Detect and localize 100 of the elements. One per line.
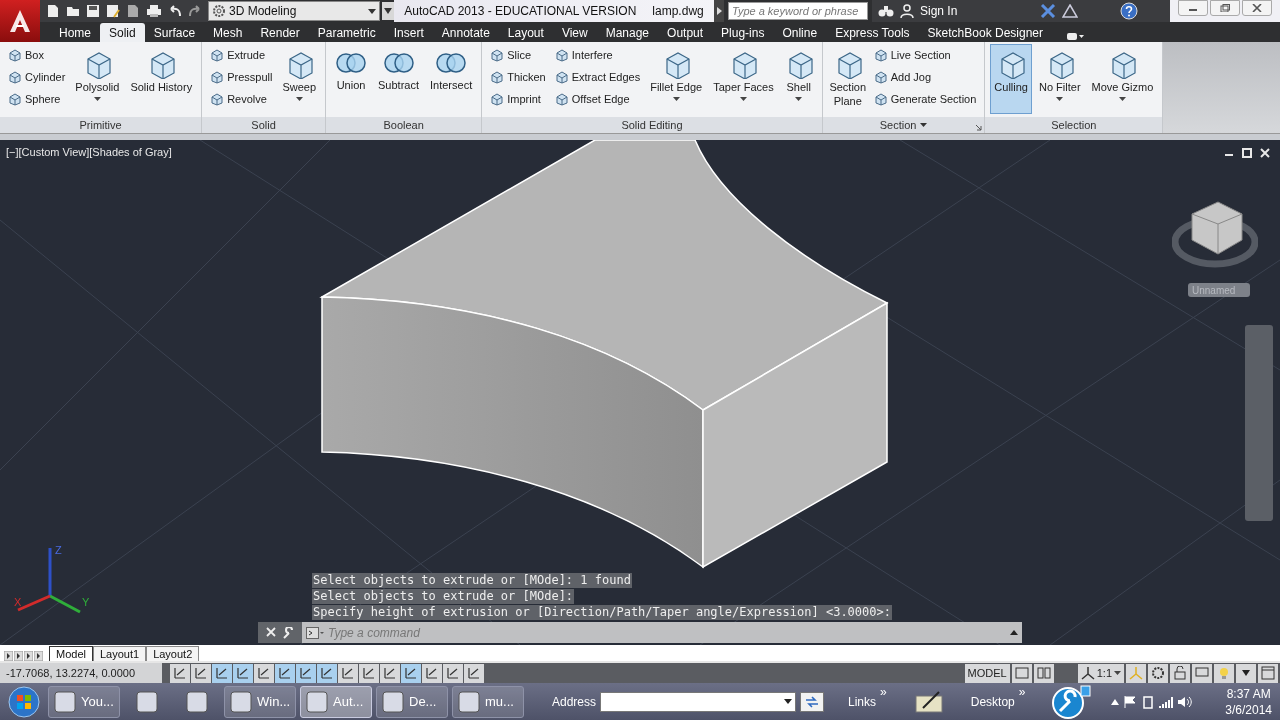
signal-bars-icon[interactable] bbox=[1159, 694, 1174, 709]
undo-icon[interactable] bbox=[168, 4, 182, 18]
command-prompt-icon[interactable] bbox=[306, 626, 324, 639]
taskbar-button[interactable]: Win... bbox=[224, 685, 296, 718]
sign-in-link[interactable]: Sign In bbox=[920, 4, 958, 18]
ribbon-tool-button[interactable]: Extrude bbox=[207, 44, 276, 66]
viewport-controls-label[interactable]: [−][Custom View][Shades of Gray] bbox=[6, 146, 172, 158]
workspace-switch-button[interactable] bbox=[1148, 663, 1168, 683]
ribbon-tab[interactable]: Layout bbox=[498, 23, 553, 42]
last-tab-arrow-icon[interactable] bbox=[34, 651, 43, 661]
redo-icon[interactable] bbox=[188, 4, 202, 18]
drafting-toggle-button[interactable] bbox=[422, 663, 442, 683]
ribbon-tab[interactable]: Manage bbox=[596, 23, 659, 42]
ribbon-tool-button[interactable]: Sweep bbox=[278, 44, 321, 114]
new-file-icon[interactable] bbox=[46, 4, 60, 18]
drafting-toggle-button[interactable] bbox=[170, 663, 190, 683]
ribbon-toggle-icon[interactable] bbox=[1066, 32, 1084, 42]
exchange-x-icon[interactable] bbox=[1040, 4, 1056, 18]
ribbon-tool-button[interactable]: Generate Section bbox=[870, 88, 980, 110]
show-hidden-icons-icon[interactable] bbox=[1111, 698, 1120, 705]
wrench-badge-icon[interactable] bbox=[1051, 684, 1092, 719]
minimize-button[interactable] bbox=[1178, 0, 1208, 16]
open-folder-icon[interactable] bbox=[66, 4, 80, 18]
ribbon-tool-button[interactable]: Thicken bbox=[487, 66, 549, 88]
ribbon-tool-button[interactable]: Shell bbox=[780, 44, 817, 114]
desktop-toolbar-label[interactable]: Desktop bbox=[970, 694, 1015, 709]
ribbon-tab[interactable]: SketchBook Designer bbox=[918, 23, 1052, 42]
previous-tab-arrow-icon[interactable] bbox=[14, 651, 23, 661]
restore-button[interactable] bbox=[1210, 0, 1240, 16]
close-button[interactable] bbox=[1242, 0, 1272, 16]
ribbon-tab[interactable]: View bbox=[552, 23, 597, 42]
taskbar-button[interactable]: You... bbox=[48, 685, 120, 718]
ribbon-tool-button[interactable]: Section Plane bbox=[827, 44, 868, 114]
drafting-toggle-button[interactable] bbox=[317, 663, 337, 683]
ribbon-tab[interactable]: Render bbox=[251, 23, 309, 42]
drafting-toggle-button[interactable] bbox=[191, 663, 211, 683]
search-field[interactable]: Type a keyword or phrase bbox=[728, 2, 868, 20]
ribbon-tool-button[interactable]: Interfere bbox=[551, 44, 644, 66]
signature-pad-icon[interactable] bbox=[914, 689, 943, 714]
ribbon-tool-button[interactable]: Cylinder bbox=[5, 66, 69, 88]
ribbon-tool-button[interactable]: Subtract bbox=[374, 44, 423, 114]
ribbon-tool-button[interactable]: Live Section bbox=[870, 44, 980, 66]
model-space-button[interactable]: MODEL bbox=[964, 663, 1010, 683]
ribbon-tab[interactable]: Plug-ins bbox=[712, 23, 774, 42]
hardware-acceleration-button[interactable] bbox=[1192, 663, 1212, 683]
ribbon-tool-button[interactable]: Slice bbox=[487, 44, 549, 66]
drafting-toggle-button[interactable] bbox=[296, 663, 316, 683]
ribbon-tool-button[interactable]: Imprint bbox=[487, 88, 549, 110]
document-icon[interactable] bbox=[126, 4, 140, 18]
wrench-icon[interactable] bbox=[282, 626, 294, 639]
clean-screen-button[interactable] bbox=[1258, 663, 1278, 683]
ribbon-tool-button[interactable]: No Filter bbox=[1035, 44, 1085, 114]
clock-date[interactable]: 3/6/2014 bbox=[1225, 701, 1272, 718]
ribbon-tool-button[interactable]: Union bbox=[331, 44, 372, 114]
ribbon-tool-button[interactable]: Presspull bbox=[207, 66, 276, 88]
drafting-toggle-button[interactable] bbox=[212, 663, 232, 683]
ribbon-tab[interactable]: Annotate bbox=[432, 23, 499, 42]
more-desktop-chevron[interactable]: » bbox=[1018, 685, 1026, 699]
ribbon-tool-button[interactable]: Extract Edges bbox=[551, 66, 644, 88]
drafting-toggle-button[interactable] bbox=[380, 663, 400, 683]
ribbon-tab[interactable]: Solid bbox=[100, 23, 145, 42]
ribbon-tool-button[interactable]: Taper Faces bbox=[709, 44, 778, 114]
speaker-icon[interactable] bbox=[1177, 694, 1194, 709]
ribbon-tab[interactable]: Express Tools bbox=[826, 23, 919, 42]
layout-tab[interactable]: Layout2 bbox=[146, 646, 200, 661]
ribbon-tool-button[interactable]: Move Gizmo bbox=[1087, 44, 1158, 114]
annotation-scale-button[interactable]: 1:1 bbox=[1077, 663, 1124, 683]
ribbon-tool-button[interactable]: Box bbox=[5, 44, 69, 66]
panel-title[interactable]: Section bbox=[822, 117, 985, 133]
drafting-toggle-button[interactable] bbox=[254, 663, 274, 683]
model-tab[interactable]: Model bbox=[49, 646, 93, 661]
clock-time[interactable]: 8:37 AM bbox=[1226, 685, 1271, 702]
ribbon-tab[interactable]: Output bbox=[658, 23, 713, 42]
restore-icon[interactable] bbox=[1242, 148, 1252, 158]
next-tab-arrow-icon[interactable] bbox=[24, 651, 33, 661]
go-button[interactable] bbox=[800, 691, 825, 712]
ribbon-tool-button[interactable]: Culling bbox=[990, 44, 1032, 114]
drafting-toggle-button[interactable] bbox=[443, 663, 463, 683]
ribbon-tab[interactable]: Insert bbox=[384, 23, 433, 42]
isolate-objects-button[interactable] bbox=[1214, 663, 1234, 683]
drafting-toggle-button[interactable] bbox=[359, 663, 379, 683]
layout-tab[interactable]: Layout1 bbox=[92, 646, 147, 661]
drafting-toggle-button[interactable] bbox=[464, 663, 484, 683]
ribbon-tool-button[interactable]: Fillet Edge bbox=[646, 44, 707, 114]
flag-icon[interactable] bbox=[1123, 694, 1138, 709]
links-toolbar-label[interactable]: Links bbox=[848, 694, 877, 709]
close-icon[interactable] bbox=[266, 626, 276, 637]
taskbar-button[interactable]: mu... bbox=[452, 685, 524, 718]
ribbon-tool-button[interactable]: Add Jog bbox=[870, 66, 980, 88]
layout-view-button[interactable] bbox=[1011, 663, 1032, 683]
workspace-dropdown[interactable]: 3D Modeling bbox=[208, 1, 380, 21]
close-icon[interactable] bbox=[1260, 148, 1270, 158]
ribbon-tool-button[interactable]: Intersect bbox=[426, 44, 477, 114]
save-as-icon[interactable] bbox=[106, 4, 120, 18]
first-tab-arrow-icon[interactable] bbox=[4, 651, 13, 661]
ribbon-tool-button[interactable]: Sphere bbox=[5, 88, 69, 110]
save-icon[interactable] bbox=[86, 4, 100, 18]
right-arrow-icon[interactable] bbox=[716, 7, 722, 15]
drafting-toggle-button[interactable] bbox=[401, 663, 421, 683]
printer-icon[interactable] bbox=[146, 4, 162, 18]
